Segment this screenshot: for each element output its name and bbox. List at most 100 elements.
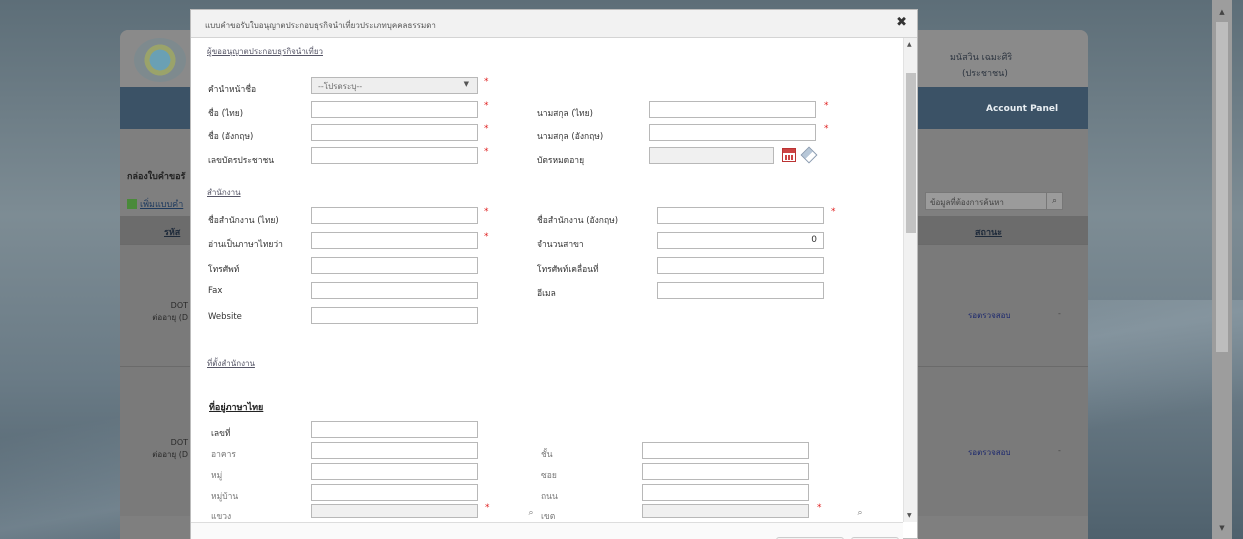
email-label: อีเมล [537, 289, 556, 299]
floor-label: ชั้น [541, 450, 553, 460]
phone-label: โทรศัพท์ [208, 265, 240, 275]
eraser-icon[interactable] [800, 146, 818, 164]
row-status[interactable]: รอตรวจสอบ [968, 446, 1011, 459]
search-icon[interactable]: ⌕ [524, 506, 538, 520]
section-thai-address: ที่อยู่ภาษาไทย [209, 403, 264, 413]
required-mark: * [484, 147, 489, 157]
office-th-label: ชื่อสำนักงาน (ไทย) [208, 216, 279, 226]
row-code: DOT ต่ออายุ (D [138, 300, 188, 324]
add-form-link[interactable]: เพิ่มแบบคำ [127, 197, 183, 211]
last-name-en-input[interactable] [649, 124, 816, 141]
section-address: ที่ตั้งสำนักงาน [207, 359, 255, 368]
chevron-down-icon: ▼ [463, 80, 469, 88]
village-input[interactable] [311, 484, 478, 501]
scroll-down-icon[interactable]: ▼ [1216, 524, 1228, 534]
subdistrict-label: แขวง [211, 512, 232, 522]
scroll-up-icon[interactable]: ▲ [907, 41, 912, 48]
modal-footer [191, 522, 903, 539]
scroll-down-icon[interactable]: ▼ [907, 512, 912, 519]
reading-label: อ่านเป็นภาษาไทยว่า [208, 240, 283, 250]
fax-input[interactable] [311, 282, 478, 299]
required-mark: * [824, 101, 829, 111]
search-icon[interactable]: ⌕ [1046, 193, 1062, 209]
moo-label: หมู่ [211, 471, 223, 481]
subdistrict-input[interactable] [311, 504, 478, 518]
column-header-code[interactable]: รหัส [164, 225, 180, 239]
row-sub-text: ต่ออายุ (D [152, 450, 188, 459]
mobile-label: โทรศัพท์เคลื่อนที่ [537, 265, 599, 275]
office-en-input[interactable] [657, 207, 824, 224]
row-action: - [1058, 309, 1061, 318]
add-form-label: เพิ่มแบบคำ [140, 200, 184, 210]
account-panel-link[interactable]: Account Panel [986, 104, 1058, 114]
house-no-input[interactable] [311, 421, 478, 438]
website-input[interactable] [311, 307, 478, 324]
building-input[interactable] [311, 442, 478, 459]
search-icon[interactable]: ⌕ [853, 506, 867, 520]
email-input[interactable] [657, 282, 824, 299]
website-label: Website [208, 312, 242, 322]
user-name[interactable]: มนัสวิน เฉมะศิริ [950, 50, 1012, 64]
section-applicant: ผู้ขออนุญาตประกอบธุรกิจนำเที่ยว [207, 47, 323, 56]
calendar-icon[interactable] [782, 148, 796, 162]
soi-label: ซอย [541, 471, 557, 481]
inbox-title: กล่องใบคำขอรั [127, 172, 186, 182]
mobile-input[interactable] [657, 257, 824, 274]
branch-count-input[interactable]: 0 [657, 232, 824, 249]
office-th-input[interactable] [311, 207, 478, 224]
modal-scrollbar[interactable]: ▲ ▼ [903, 38, 917, 522]
row-sub-text: ต่ออายุ (D [152, 313, 188, 322]
modal-title: แบบคำขอรับใบอนุญาตประกอบธุรกิจนำเที่ยวปร… [205, 21, 436, 30]
district-label: เขต [541, 512, 556, 522]
row-status[interactable]: รอตรวจสอบ [968, 309, 1011, 322]
road-input[interactable] [642, 484, 809, 501]
required-mark: * [484, 124, 489, 134]
branch-count-label: จำนวนสาขา [537, 240, 584, 250]
moo-input[interactable] [311, 463, 478, 480]
required-mark: * [484, 101, 489, 111]
user-role: (ประชาชน) [962, 69, 1008, 79]
prefix-select[interactable]: --โปรดระบุ-- ▼ [311, 77, 478, 94]
expire-date-input[interactable] [649, 147, 774, 164]
required-mark: * [484, 232, 489, 242]
section-office: สำนักงาน [207, 188, 241, 197]
floor-input[interactable] [642, 442, 809, 459]
search-placeholder: ข้อมูลที่ต้องการค้นหา [930, 198, 1004, 207]
reading-input[interactable] [311, 232, 478, 249]
prefix-label: คำนำหน้าชื่อ [208, 85, 257, 95]
row-code-text: DOT [170, 301, 188, 310]
column-header-status[interactable]: สถานะ [975, 225, 1002, 239]
required-mark: * [484, 207, 489, 217]
id-card-input[interactable] [311, 147, 478, 164]
district-input[interactable] [642, 504, 809, 518]
last-name-th-label: นามสกุล (ไทย) [537, 109, 593, 119]
first-name-th-input[interactable] [311, 101, 478, 118]
required-mark: * [824, 124, 829, 134]
row-action: - [1058, 446, 1061, 455]
search-input[interactable]: ข้อมูลที่ต้องการค้นหา ⌕ [925, 192, 1063, 210]
office-en-label: ชื่อสำนักงาน (อังกฤษ) [537, 216, 619, 226]
phone-input[interactable] [311, 257, 478, 274]
first-name-en-label: ชื่อ (อังกฤษ) [208, 132, 254, 142]
last-name-en-label: นามสกุล (อังกฤษ) [537, 132, 604, 142]
soi-input[interactable] [642, 463, 809, 480]
road-label: ถนน [541, 492, 558, 502]
application-modal: แบบคำขอรับใบอนุญาตประกอบธุรกิจนำเที่ยวปร… [190, 9, 918, 539]
scroll-up-icon[interactable]: ▲ [1216, 8, 1228, 18]
close-icon[interactable]: ✖ [896, 15, 907, 30]
site-logo [134, 38, 186, 82]
id-card-label: เลขบัตรประชาชน [208, 156, 275, 166]
required-mark: * [817, 503, 822, 513]
row-code: DOT ต่ออายุ (D [138, 437, 188, 461]
required-mark: * [831, 207, 836, 217]
house-no-label: เลขที่ [211, 429, 231, 439]
row-code-text: DOT [170, 438, 188, 447]
village-label: หมู่บ้าน [211, 492, 239, 502]
required-mark: * [485, 503, 490, 513]
modal-scrollbar-thumb[interactable] [906, 73, 916, 233]
page-scrollbar-thumb[interactable] [1216, 22, 1228, 352]
first-name-en-input[interactable] [311, 124, 478, 141]
expire-label: บัตรหมดอายุ [537, 156, 585, 166]
prefix-value: --โปรดระบุ-- [318, 82, 363, 91]
last-name-th-input[interactable] [649, 101, 816, 118]
